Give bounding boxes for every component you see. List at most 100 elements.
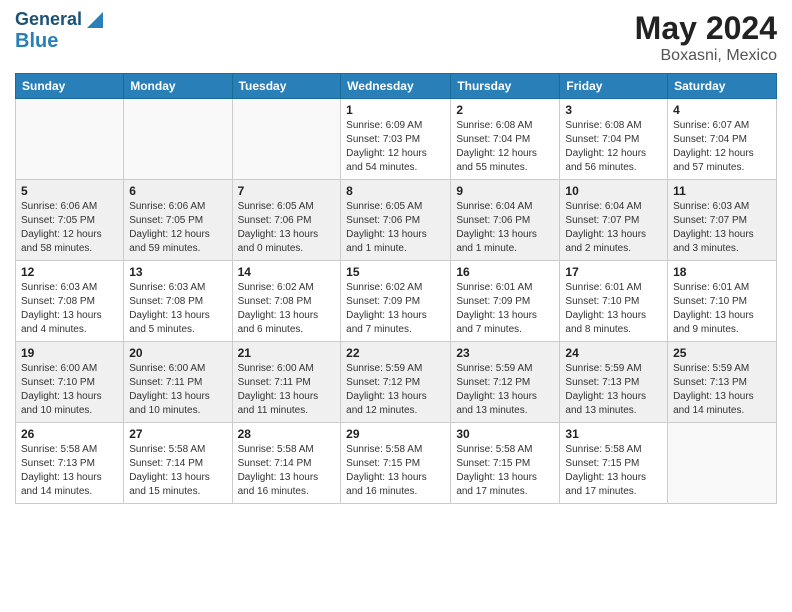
calendar-day-cell: 13 Sunrise: 6:03 AM Sunset: 7:08 PM Dayli…: [124, 261, 232, 342]
calendar-day-cell: 16 Sunrise: 6:01 AM Sunset: 7:09 PM Dayli…: [451, 261, 560, 342]
day-info: Sunrise: 6:02 AM Sunset: 7:09 PM Dayligh…: [346, 281, 445, 337]
day-info: Sunrise: 6:05 AM Sunset: 7:06 PM Dayligh…: [346, 200, 445, 256]
day-info: Sunrise: 6:04 AM Sunset: 7:06 PM Dayligh…: [456, 200, 554, 256]
day-info: Sunrise: 5:59 AM Sunset: 7:12 PM Dayligh…: [346, 362, 445, 418]
day-number: 30: [456, 427, 554, 441]
calendar-day-cell: 29Sunrise: 5:58 AM Sunset: 7:15 PM Dayli…: [341, 423, 451, 504]
calendar-week-row: 5 Sunrise: 6:06 AM Sunset: 7:05 PM Daylig…: [16, 180, 777, 261]
day-number: 20: [129, 346, 226, 360]
day-number: 11: [673, 184, 771, 198]
calendar-day-cell: 12 Sunrise: 6:03 AM Sunset: 7:08 PM Dayli…: [16, 261, 124, 342]
col-wednesday: Wednesday: [341, 74, 451, 99]
day-info: Sunrise: 6:08 AM Sunset: 7:04 PM Dayligh…: [456, 119, 554, 175]
day-info: Sunrise: 6:01 AM Sunset: 7:10 PM Dayligh…: [565, 281, 662, 337]
day-number: 4: [673, 103, 771, 117]
day-number: 23: [456, 346, 554, 360]
calendar-day-cell: 5 Sunrise: 6:06 AM Sunset: 7:05 PM Daylig…: [16, 180, 124, 261]
title-block: May 2024 Boxasni, Mexico: [635, 10, 777, 65]
day-number: 5: [21, 184, 118, 198]
day-number: 29: [346, 427, 445, 441]
day-info: Sunrise: 5:59 AM Sunset: 7:13 PM Dayligh…: [673, 362, 771, 418]
calendar-table: Sunday Monday Tuesday Wednesday Thursday…: [15, 73, 777, 504]
day-info: Sunrise: 6:01 AM Sunset: 7:09 PM Dayligh…: [456, 281, 554, 337]
day-info: Sunrise: 6:00 AM Sunset: 7:10 PM Dayligh…: [21, 362, 118, 418]
day-number: 10: [565, 184, 662, 198]
calendar-day-cell: 20 Sunrise: 6:00 AM Sunset: 7:11 PM Dayli…: [124, 342, 232, 423]
calendar-day-cell: 7 Sunrise: 6:05 AM Sunset: 7:06 PM Daylig…: [232, 180, 341, 261]
calendar-day-cell: [232, 99, 341, 180]
calendar-day-cell: 21Sunrise: 6:00 AM Sunset: 7:11 PM Dayli…: [232, 342, 341, 423]
day-number: 15: [346, 265, 445, 279]
col-thursday: Thursday: [451, 74, 560, 99]
day-number: 2: [456, 103, 554, 117]
calendar-week-row: 12 Sunrise: 6:03 AM Sunset: 7:08 PM Dayli…: [16, 261, 777, 342]
calendar-day-cell: 15 Sunrise: 6:02 AM Sunset: 7:09 PM Dayli…: [341, 261, 451, 342]
calendar-day-cell: [124, 99, 232, 180]
calendar-day-cell: 6Sunrise: 6:06 AM Sunset: 7:05 PM Daylig…: [124, 180, 232, 261]
logo-blue-text: Blue: [15, 30, 103, 52]
day-number: 16: [456, 265, 554, 279]
col-friday: Friday: [560, 74, 668, 99]
day-number: 12: [21, 265, 118, 279]
calendar-day-cell: 9 Sunrise: 6:04 AM Sunset: 7:06 PM Daylig…: [451, 180, 560, 261]
calendar-header-row: Sunday Monday Tuesday Wednesday Thursday…: [16, 74, 777, 99]
day-info: Sunrise: 5:58 AM Sunset: 7:15 PM Dayligh…: [565, 443, 662, 499]
day-number: 26: [21, 427, 118, 441]
day-info: Sunrise: 6:03 AM Sunset: 7:08 PM Dayligh…: [129, 281, 226, 337]
calendar-day-cell: 18 Sunrise: 6:01 AM Sunset: 7:10 PM Dayli…: [668, 261, 777, 342]
day-number: 17: [565, 265, 662, 279]
calendar-day-cell: 19 Sunrise: 6:00 AM Sunset: 7:10 PM Dayli…: [16, 342, 124, 423]
calendar-day-cell: 17 Sunrise: 6:01 AM Sunset: 7:10 PM Dayli…: [560, 261, 668, 342]
day-info: Sunrise: 5:58 AM Sunset: 7:14 PM Dayligh…: [129, 443, 226, 499]
calendar-day-cell: 30 Sunrise: 5:58 AM Sunset: 7:15 PM Dayli…: [451, 423, 560, 504]
col-monday: Monday: [124, 74, 232, 99]
calendar-day-cell: [16, 99, 124, 180]
day-number: 9: [456, 184, 554, 198]
day-info: Sunrise: 5:59 AM Sunset: 7:13 PM Dayligh…: [565, 362, 662, 418]
calendar-day-cell: 11 Sunrise: 6:03 AM Sunset: 7:07 PM Dayli…: [668, 180, 777, 261]
day-info: Sunrise: 6:02 AM Sunset: 7:08 PM Dayligh…: [238, 281, 336, 337]
day-info: Sunrise: 6:04 AM Sunset: 7:07 PM Dayligh…: [565, 200, 662, 256]
col-saturday: Saturday: [668, 74, 777, 99]
day-number: 28: [238, 427, 336, 441]
calendar-week-row: 19 Sunrise: 6:00 AM Sunset: 7:10 PM Dayli…: [16, 342, 777, 423]
calendar-day-cell: 2 Sunrise: 6:08 AM Sunset: 7:04 PM Daylig…: [451, 99, 560, 180]
logo: General Blue: [15, 10, 103, 52]
day-number: 31: [565, 427, 662, 441]
day-info: Sunrise: 6:03 AM Sunset: 7:07 PM Dayligh…: [673, 200, 771, 256]
calendar-day-cell: 1Sunrise: 6:09 AM Sunset: 7:03 PM Daylig…: [341, 99, 451, 180]
calendar-day-cell: 10 Sunrise: 6:04 AM Sunset: 7:07 PM Dayli…: [560, 180, 668, 261]
day-info: Sunrise: 6:03 AM Sunset: 7:08 PM Dayligh…: [21, 281, 118, 337]
day-info: Sunrise: 5:58 AM Sunset: 7:15 PM Dayligh…: [456, 443, 554, 499]
day-number: 18: [673, 265, 771, 279]
calendar-day-cell: [668, 423, 777, 504]
day-info: Sunrise: 6:01 AM Sunset: 7:10 PM Dayligh…: [673, 281, 771, 337]
day-number: 14: [238, 265, 336, 279]
day-number: 6: [129, 184, 226, 198]
day-info: Sunrise: 6:08 AM Sunset: 7:04 PM Dayligh…: [565, 119, 662, 175]
calendar-title: May 2024: [635, 10, 777, 47]
day-number: 13: [129, 265, 226, 279]
calendar-day-cell: 25Sunrise: 5:59 AM Sunset: 7:13 PM Dayli…: [668, 342, 777, 423]
day-info: Sunrise: 5:58 AM Sunset: 7:14 PM Dayligh…: [238, 443, 336, 499]
calendar-container: General Blue May 2024 Boxasni, Mexico Su…: [0, 0, 792, 514]
calendar-day-cell: 4 Sunrise: 6:07 AM Sunset: 7:04 PM Daylig…: [668, 99, 777, 180]
calendar-day-cell: 31 Sunrise: 5:58 AM Sunset: 7:15 PM Dayli…: [560, 423, 668, 504]
day-info: Sunrise: 6:06 AM Sunset: 7:05 PM Dayligh…: [21, 200, 118, 256]
day-info: Sunrise: 6:07 AM Sunset: 7:04 PM Dayligh…: [673, 119, 771, 175]
day-info: Sunrise: 6:00 AM Sunset: 7:11 PM Dayligh…: [238, 362, 336, 418]
calendar-day-cell: 26 Sunrise: 5:58 AM Sunset: 7:13 PM Dayli…: [16, 423, 124, 504]
day-info: Sunrise: 6:09 AM Sunset: 7:03 PM Dayligh…: [346, 119, 445, 175]
calendar-week-row: 26 Sunrise: 5:58 AM Sunset: 7:13 PM Dayli…: [16, 423, 777, 504]
calendar-day-cell: 23Sunrise: 5:59 AM Sunset: 7:12 PM Dayli…: [451, 342, 560, 423]
calendar-location: Boxasni, Mexico: [635, 47, 777, 65]
calendar-day-cell: 3 Sunrise: 6:08 AM Sunset: 7:04 PM Daylig…: [560, 99, 668, 180]
calendar-day-cell: 8Sunrise: 6:05 AM Sunset: 7:06 PM Daylig…: [341, 180, 451, 261]
day-info: Sunrise: 6:00 AM Sunset: 7:11 PM Dayligh…: [129, 362, 226, 418]
day-info: Sunrise: 5:58 AM Sunset: 7:13 PM Dayligh…: [21, 443, 118, 499]
day-number: 27: [129, 427, 226, 441]
day-number: 7: [238, 184, 336, 198]
day-info: Sunrise: 6:05 AM Sunset: 7:06 PM Dayligh…: [238, 200, 336, 256]
day-number: 3: [565, 103, 662, 117]
day-number: 19: [21, 346, 118, 360]
